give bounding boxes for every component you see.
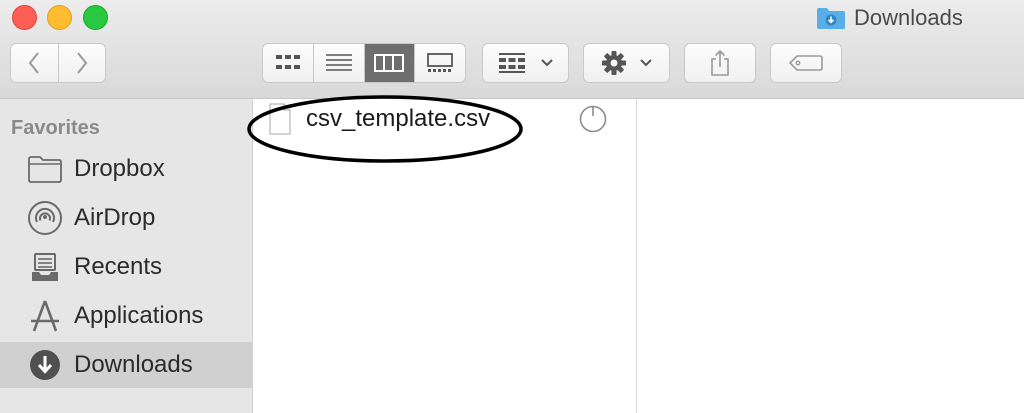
- sidebar-item-downloads[interactable]: Downloads: [0, 342, 252, 388]
- share-button[interactable]: [684, 43, 756, 83]
- list-view-button[interactable]: [312, 44, 364, 82]
- window-title-text: Downloads: [854, 5, 963, 30]
- chevron-left-icon: [28, 52, 40, 74]
- sidebar-item-label: Applications: [74, 302, 204, 329]
- back-forward-group: [10, 43, 106, 83]
- document-icon: [269, 103, 291, 135]
- sidebar-item-label: Downloads: [74, 351, 193, 378]
- window-titlebar: Downloads: [0, 0, 1024, 99]
- sidebar-item-recents[interactable]: Recents: [0, 244, 252, 290]
- maximize-button[interactable]: [83, 5, 108, 30]
- share-icon: [711, 49, 729, 76]
- browser-column-downloads: csv_template.csv: [247, 95, 637, 413]
- progress-circle-icon: [579, 105, 607, 133]
- downloads-folder-icon: [817, 8, 845, 29]
- chevron-right-icon: [76, 52, 88, 74]
- columns-icon: [374, 54, 405, 72]
- sidebar-item-dropbox[interactable]: Dropbox: [0, 146, 252, 192]
- airdrop-icon: [25, 198, 65, 238]
- file-name: csv_template.csv: [306, 105, 491, 132]
- sidebar-item-airdrop[interactable]: AirDrop: [0, 195, 252, 241]
- action-menu-button[interactable]: [583, 43, 670, 83]
- tag-icon: [789, 55, 823, 71]
- chevron-down-icon: [540, 59, 553, 67]
- gear-icon: [601, 51, 626, 75]
- gallery-icon: [427, 53, 454, 72]
- icon-view-button[interactable]: [263, 44, 313, 82]
- list-icon: [325, 54, 352, 71]
- recents-icon: [25, 247, 65, 287]
- sidebar-item-label: Recents: [74, 253, 163, 280]
- window-title: Downloads: [816, 4, 963, 32]
- folder-icon: [25, 149, 65, 189]
- sidebar-item-label: AirDrop: [74, 204, 156, 231]
- chevron-down-icon: [639, 59, 652, 67]
- minimize-button[interactable]: [47, 5, 72, 30]
- arrange-grid-icon: [498, 53, 525, 73]
- sidebar-heading-favorites: Favorites: [11, 117, 100, 139]
- back-button[interactable]: [11, 44, 58, 82]
- tag-button[interactable]: [770, 43, 842, 83]
- close-button[interactable]: [12, 5, 37, 30]
- column-view-button[interactable]: [363, 44, 415, 82]
- download-circle-icon: [25, 345, 65, 385]
- view-mode-segmented-control: [262, 43, 466, 83]
- forward-button[interactable]: [57, 44, 106, 82]
- grid-icon: [275, 55, 300, 69]
- applications-icon: [25, 296, 65, 336]
- sidebar-item-label: Dropbox: [74, 155, 165, 182]
- arrange-menu-button[interactable]: [482, 43, 569, 83]
- browser-column-empty: [637, 99, 1024, 413]
- file-row[interactable]: csv_template.csv: [253, 99, 636, 139]
- sidebar-item-applications[interactable]: Applications: [0, 293, 252, 339]
- sidebar: Favorites Dropbox AirDrop Recents Applic…: [0, 99, 253, 413]
- gallery-view-button[interactable]: [414, 44, 465, 82]
